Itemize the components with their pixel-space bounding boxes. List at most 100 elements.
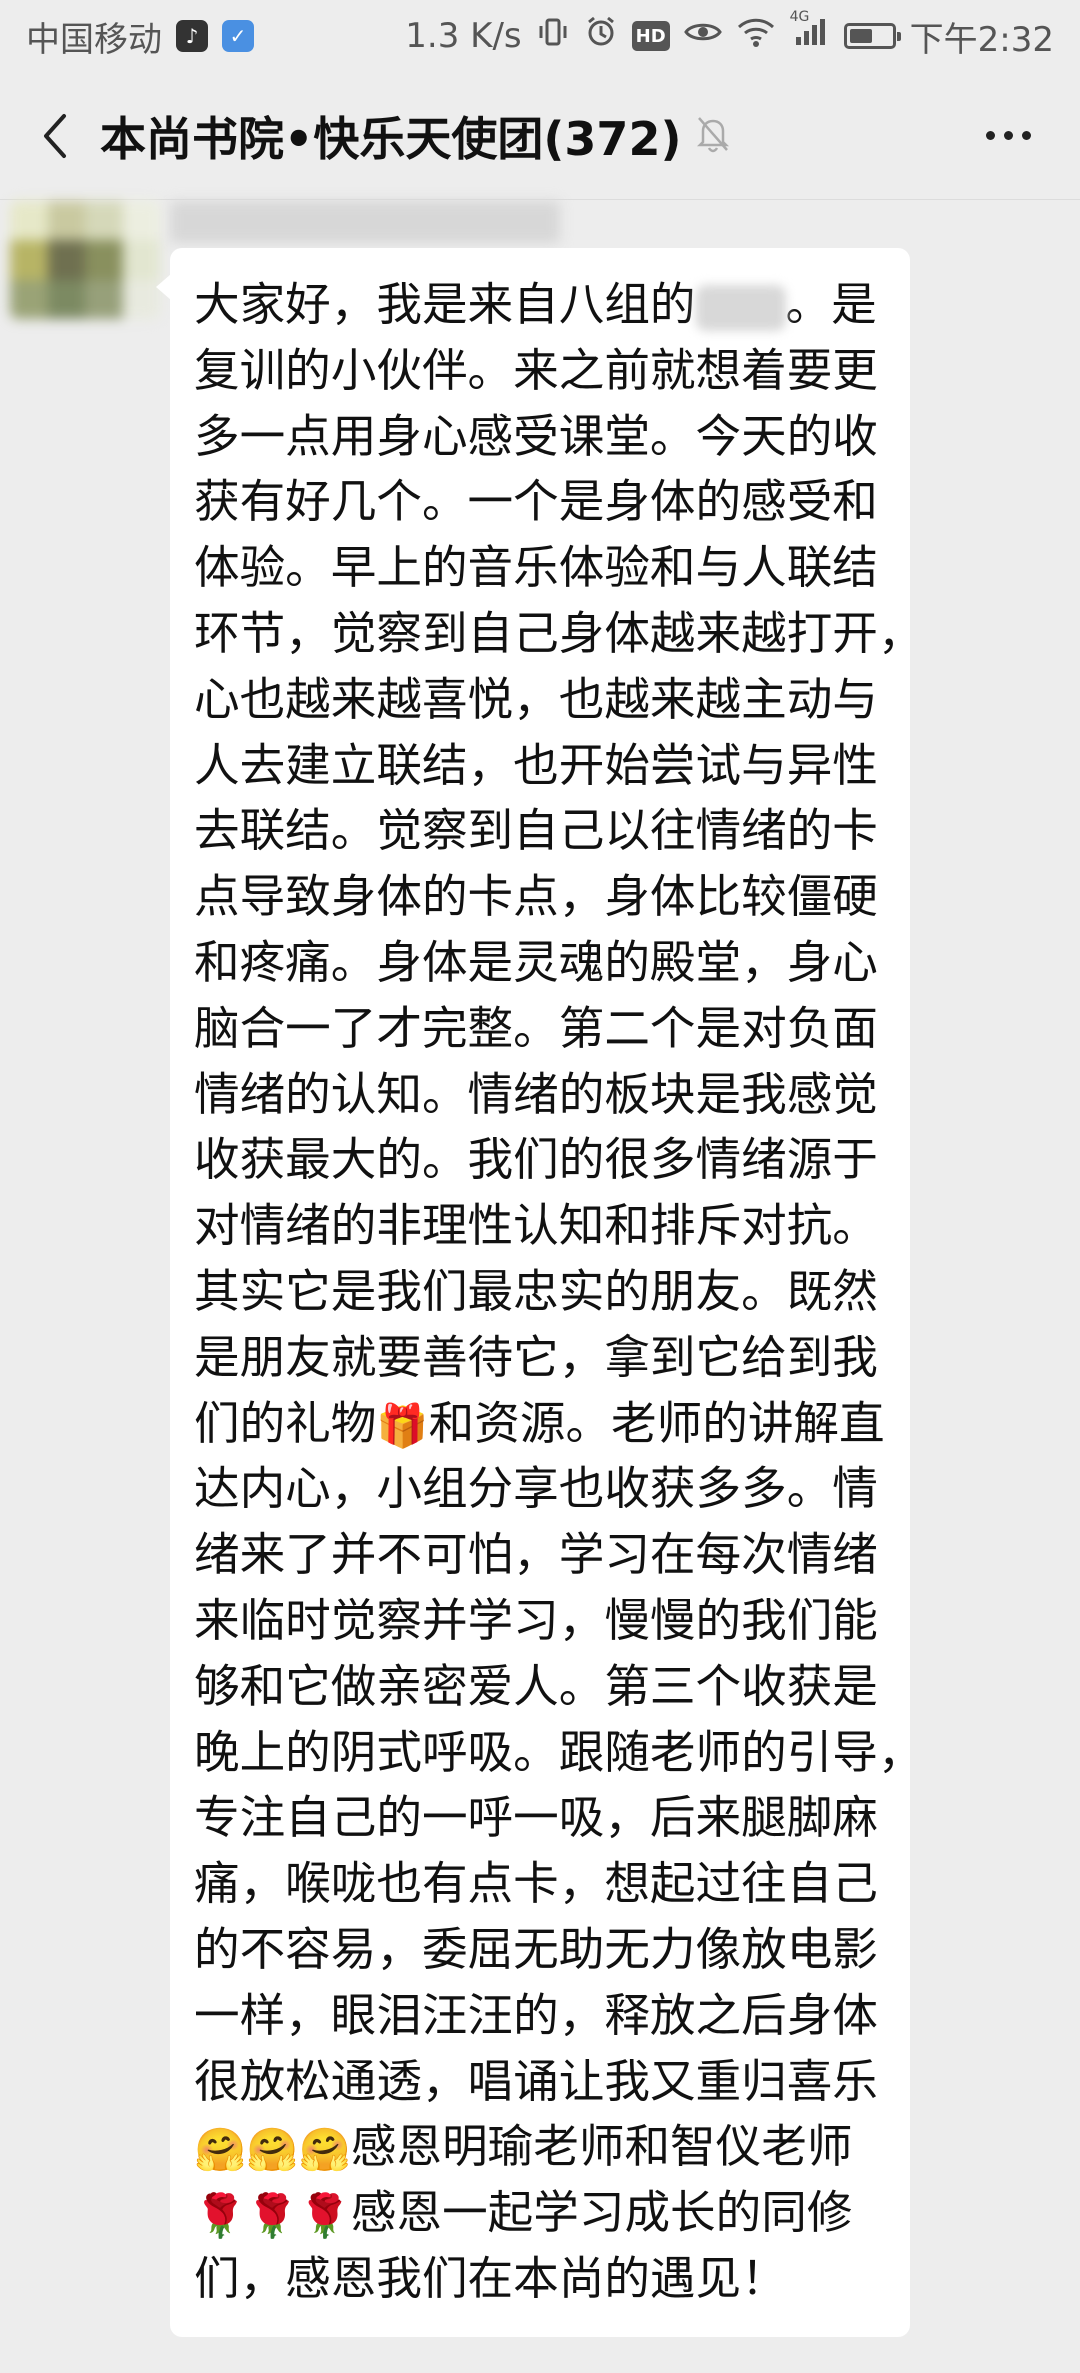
message-line: 🌹🌹🌹感恩一起学习成长的同修 <box>194 2180 886 2246</box>
message-text-segment: 。是 <box>785 278 877 331</box>
message-text-segment: 感恩一起学习成长的同修 <box>350 2186 853 2240</box>
message-line: 情绪的认知。情绪的板块是我感觉 <box>194 1062 886 1128</box>
message-text-segment: 是朋友就要善待它，拿到它给到我 <box>194 1330 878 1384</box>
hd-icon: HD <box>631 21 670 51</box>
chat-message-list[interactable]: 大家好，我是来自八组的 。是复训的小伙伴。来之前就想着要更 多一点用身心感受课堂。今… <box>0 201 1080 2373</box>
more-options-button[interactable] <box>948 72 1068 199</box>
message-text-segment: 收获最大的。我们的很多情绪源于 <box>194 1133 878 1187</box>
message-line: 🤗🤗🤗感恩明瑜老师和智仪老师 <box>194 2114 886 2180</box>
message-line: 来临时觉察并学习，慢慢的我们能 <box>194 1588 886 1654</box>
message-line: 的不容易，委屈无助无力像放电影 <box>194 1917 886 1983</box>
back-button[interactable] <box>10 72 100 199</box>
more-dot <box>1003 131 1013 140</box>
message-text-segment: 点导致身体的卡点，身体比较僵硬 <box>194 870 878 924</box>
chat-title: 本尚书院•快乐天使团(372) <box>100 111 682 166</box>
message-text-segment: 脑合一了才完整。第二个是对负面 <box>194 1001 878 1055</box>
carrier-label: 中国移动 <box>26 19 162 60</box>
message-line: 对情绪的非理性认知和排斥对抗。 <box>194 1193 886 1259</box>
message-text-segment: 获有好几个。一个是身体的感受和 <box>194 475 878 529</box>
message-line: 多一点用身心感受课堂。今天的收 <box>194 404 886 470</box>
tiktok-icon: ♪ <box>176 20 208 52</box>
message-text-segment: 对情绪的非理性认知和排斥对抗。 <box>194 1199 878 1253</box>
message-text-segment: 专注自己的一呼一吸，后来腿脚麻 <box>194 1791 878 1845</box>
gift-emoji: 🎁 <box>376 1401 429 1451</box>
message-line: 很放松通透，唱诵让我又重归喜乐 <box>194 2049 886 2115</box>
more-dot <box>1021 131 1031 140</box>
status-bar-left: 中国移动 ♪ ✓ <box>26 12 254 61</box>
message-text-segment: 一样，眼泪汪汪的，释放之后身体 <box>194 1988 878 2042</box>
message-text-segment: 和疼痛。身体是灵魂的殿堂，身心 <box>194 935 878 989</box>
message-text-segment: 心也越来越喜悦，也越来越主动与 <box>194 672 878 726</box>
message-line: 是朋友就要善待它，拿到它给到我 <box>194 1325 886 1391</box>
message-line: 和疼痛。身体是灵魂的殿堂，身心 <box>194 930 886 996</box>
message-text-segment: 的不容易，委屈无助无力像放电影 <box>194 1922 878 1976</box>
message-text-segment: 情绪的认知。情绪的板块是我感觉 <box>194 1067 878 1121</box>
message-text-segment: 环节，觉察到自己身体越来越打开， <box>194 606 924 660</box>
battery-icon <box>843 23 901 49</box>
message-line: 够和它做亲密爱人。第三个收获是 <box>194 1654 886 1720</box>
message-text-segment: 达内心，小组分享也收获多多。情 <box>194 1462 878 1516</box>
message-line: 脑合一了才完整。第二个是对负面 <box>194 996 886 1062</box>
message-line: 其实它是我们最忠实的朋友。既然 <box>194 1259 886 1325</box>
chat-header: 本尚书院•快乐天使团(372) <box>0 72 1080 200</box>
clock: 下午2:32 <box>909 19 1054 60</box>
status-bar-right: 1.3 K/s HD 4G 下午2:32 <box>405 9 1054 61</box>
shield-icon: ✓ <box>222 20 254 52</box>
chat-title-group: 本尚书院•快乐天使团(372) <box>100 103 948 169</box>
network-type: 4G <box>789 8 810 25</box>
message-text-segment: 人去建立联结，也开始尝试与异性 <box>194 738 878 792</box>
message-line: 点导致身体的卡点，身体比较僵硬 <box>194 864 886 930</box>
message-text-segment: 够和它做亲密爱人。第三个收获是 <box>194 1659 878 1713</box>
vibrate-icon <box>536 15 570 58</box>
message-text-segment: 绪来了并不可怕，学习在每次情绪 <box>194 1528 878 1582</box>
message-text-segment: 们的礼物 <box>194 1396 377 1450</box>
message-text-segment: 复训的小伙伴。来之前就想着要更 <box>194 343 878 397</box>
message-text-segment: 们，感恩我们在本尚的遇见！ <box>194 2251 787 2305</box>
message-line: 去联结。觉察到自己以往情绪的卡 <box>194 798 886 864</box>
chevron-left-icon <box>44 113 66 158</box>
message-line: 获有好几个。一个是身体的感受和 <box>194 469 886 535</box>
message-text-segment: 晚上的阴式呼吸。跟随老师的引导， <box>194 1725 924 1779</box>
message-line: 绪来了并不可怕，学习在每次情绪 <box>194 1522 886 1588</box>
message-text: 大家好，我是来自八组的 。是复训的小伙伴。来之前就想着要更 多一点用身心感受课堂。今… <box>194 272 924 2312</box>
alarm-icon <box>584 15 618 58</box>
redacted-name <box>695 284 786 331</box>
sender-avatar[interactable] <box>10 201 160 319</box>
battery-fill <box>849 29 872 43</box>
rose-emoji: 🌹🌹🌹 <box>194 2190 351 2240</box>
hug-emoji: 🤗🤗🤗 <box>194 2124 351 2174</box>
message-line: 人去建立联结，也开始尝试与异性 <box>194 733 886 799</box>
message-text-segment: 体验。早上的音乐体验和与人联结 <box>194 541 878 595</box>
bell-off-icon <box>695 114 731 158</box>
signal-icon: 4G <box>790 9 830 58</box>
message-bubble[interactable]: 大家好，我是来自八组的 。是复训的小伙伴。来之前就想着要更 多一点用身心感受课堂。今… <box>156 248 924 2337</box>
eye-icon <box>683 15 722 58</box>
message-line: 环节，觉察到自己身体越来越打开， <box>194 601 924 667</box>
message-text-segment: 多一点用身心感受课堂。今天的收 <box>194 409 878 463</box>
message-line: 一样，眼泪汪汪的，释放之后身体 <box>194 1983 886 2049</box>
message-line: 达内心，小组分享也收获多多。情 <box>194 1456 886 1522</box>
more-dots-icon <box>985 131 995 140</box>
message-line: 专注自己的一呼一吸，后来腿脚麻 <box>194 1785 886 1851</box>
message-line: 晚上的阴式呼吸。跟随老师的引导， <box>194 1720 924 1786</box>
message-text-segment: 去联结。觉察到自己以往情绪的卡 <box>194 804 878 858</box>
message-text-segment: 其实它是我们最忠实的朋友。既然 <box>194 1264 878 1318</box>
message-text-segment: 痛，喉咙也有点卡，想起过往自己 <box>194 1857 878 1911</box>
message-text-segment: 和资源。老师的讲解直 <box>428 1396 885 1450</box>
sender-name-redacted <box>170 201 560 243</box>
message-text-segment: 大家好，我是来自八组的 <box>194 278 696 331</box>
status-bar: 中国移动 ♪ ✓ 1.3 K/s HD 4G 下午2:32 <box>0 0 1080 72</box>
message-line: 收获最大的。我们的很多情绪源于 <box>194 1127 886 1193</box>
message-line: 复训的小伙伴。来之前就想着要更 <box>194 338 886 404</box>
message-text-segment: 很放松通透，唱诵让我又重归喜乐 <box>194 2054 878 2108</box>
message-line: 们，感恩我们在本尚的遇见！ <box>194 2246 886 2312</box>
network-speed: 1.3 K/s <box>405 16 522 56</box>
message-line: 心也越来越喜悦，也越来越主动与 <box>194 667 886 733</box>
wifi-icon <box>736 15 776 58</box>
message-text-segment: 来临时觉察并学习，慢慢的我们能 <box>194 1593 878 1647</box>
message-line: 们的礼物🎁和资源。老师的讲解直 <box>194 1391 886 1457</box>
message-line: 大家好，我是来自八组的 。是 <box>194 272 886 338</box>
message-text-segment: 感恩明瑜老师和智仪老师 <box>350 2120 853 2174</box>
message-line: 痛，喉咙也有点卡，想起过往自己 <box>194 1851 886 1917</box>
message-line: 体验。早上的音乐体验和与人联结 <box>194 535 886 601</box>
